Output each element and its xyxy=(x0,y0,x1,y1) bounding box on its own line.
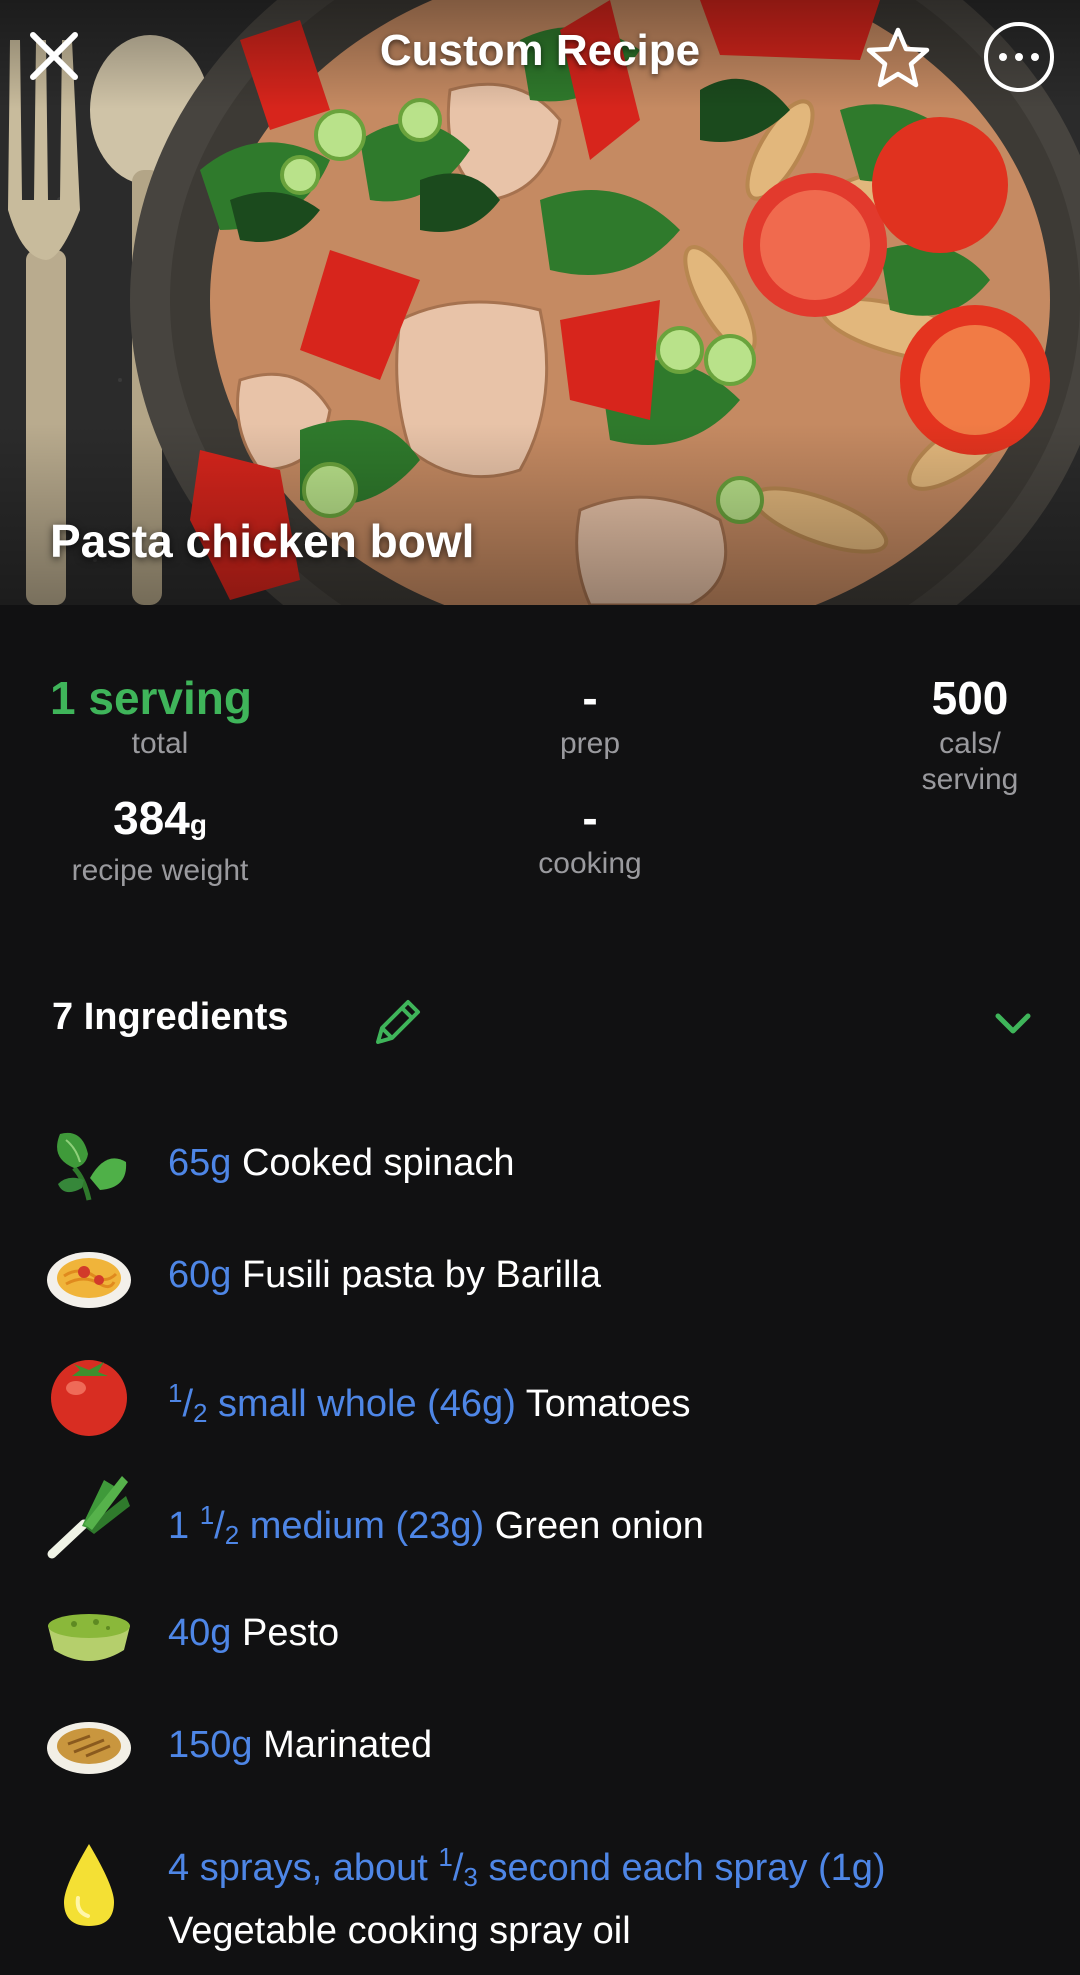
ingredient-text: 4 sprays, about 1/3 second each spray (1… xyxy=(168,1830,886,1958)
ingredient-row[interactable]: 65g Cooked spinach xyxy=(0,1118,1080,1208)
prep-value: - xyxy=(582,672,598,724)
marinated-plate-icon xyxy=(47,1722,131,1774)
chevron-down-icon xyxy=(995,1013,1031,1034)
more-icon xyxy=(999,53,1007,61)
ingredient-quantity: 40g xyxy=(168,1612,232,1654)
spinach-icon xyxy=(57,1132,127,1201)
cooking-label: cooking xyxy=(538,847,642,880)
servings-label: total xyxy=(131,727,189,760)
ingredient-quantity: 65g xyxy=(168,1142,232,1184)
ingredient-row[interactable]: 1 1/2 medium (23g) Green onion xyxy=(0,1470,1080,1560)
tomato-icon xyxy=(51,1360,127,1436)
servings-value: 1 serving xyxy=(50,672,252,724)
star-icon xyxy=(866,27,930,88)
ingredient-quantity: 4 sprays, about 1/3 second each spray (1… xyxy=(168,1842,886,1892)
prep-label: prep xyxy=(559,727,621,760)
ingredient-name: Vegetable cooking spray oil xyxy=(168,1910,631,1952)
oil-drop-icon xyxy=(64,1844,114,1926)
ingredient-quantity: 1/2 small whole (46g) xyxy=(168,1378,516,1428)
ingredient-text: 1 1/2 medium (23g) Green onion xyxy=(168,1488,704,1562)
prep-stat: - prep xyxy=(490,670,690,762)
ingredient-name: Green onion xyxy=(494,1505,704,1547)
edit-ingredients-button[interactable] xyxy=(366,992,428,1054)
ingredient-name: Marinated xyxy=(263,1724,433,1766)
ingredient-text: 40g Pesto xyxy=(168,1606,339,1660)
ingredient-name: Tomatoes xyxy=(525,1383,691,1425)
weight-label: recipe weight xyxy=(71,854,249,887)
calories-value: 500 xyxy=(931,672,1009,724)
calories-label-line2: serving xyxy=(921,763,1019,796)
collapse-ingredients-button[interactable] xyxy=(990,1004,1036,1044)
ingredient-row[interactable]: 1/2 small whole (46g) Tomatoes xyxy=(0,1348,1080,1438)
more-options-button[interactable] xyxy=(984,22,1054,92)
cooking-stat: - cooking xyxy=(490,790,690,882)
ingredient-quantity: 150g xyxy=(168,1724,253,1766)
calories-label-line1: cals/ xyxy=(939,727,1001,760)
pencil-icon xyxy=(376,1000,420,1044)
ingredient-text: 60g Fusili pasta by Barilla xyxy=(168,1248,601,1302)
weight-stat: 384g recipe weight xyxy=(40,790,280,889)
ingredient-name: Cooked spinach xyxy=(241,1142,515,1184)
ingredient-text: 1/2 small whole (46g) Tomatoes xyxy=(168,1366,690,1440)
ingredient-row[interactable]: 60g Fusili pasta by Barilla xyxy=(0,1230,1080,1320)
ingredient-text: 65g Cooked spinach xyxy=(168,1136,514,1190)
ingredient-row[interactable]: 150g Marinated xyxy=(0,1700,1080,1790)
ingredient-quantity: 60g xyxy=(168,1254,232,1296)
ingredient-row[interactable]: 4 sprays, about 1/3 second each spray (1… xyxy=(0,1830,1080,1952)
weight-unit: g xyxy=(189,809,207,840)
ingredient-name: Pesto xyxy=(241,1612,340,1654)
servings-stat[interactable]: 1 serving total xyxy=(50,670,270,762)
ingredient-quantity: 1 1/2 medium (23g) xyxy=(168,1500,485,1550)
ingredient-row[interactable]: 40g Pesto xyxy=(0,1588,1080,1678)
favorite-button[interactable] xyxy=(862,22,934,94)
green-onion-icon xyxy=(47,1476,130,1559)
ingredients-title: 7 Ingredients xyxy=(52,996,289,1038)
ingredient-text: 150g Marinated xyxy=(168,1718,432,1772)
cooking-value: - xyxy=(582,792,598,844)
recipe-name: Pasta chicken bowl xyxy=(50,515,475,567)
pesto-bowl-icon xyxy=(48,1614,130,1661)
pasta-icon xyxy=(47,1252,131,1308)
ingredient-name: Fusili pasta by Barilla xyxy=(241,1254,602,1296)
weight-value: 384 xyxy=(113,792,190,844)
calories-stat: 500 cals/ serving xyxy=(870,670,1070,798)
